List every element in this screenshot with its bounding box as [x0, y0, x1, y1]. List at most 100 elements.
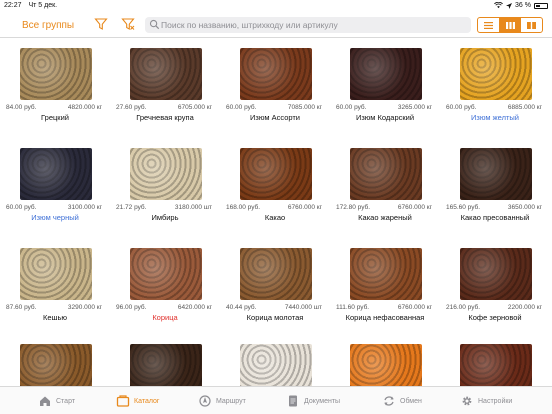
list-view-icon [483, 21, 493, 29]
product-name: Кешью [42, 313, 68, 322]
product-image [130, 344, 202, 386]
product-image [350, 48, 422, 100]
product-price: 40.44 руб. [226, 304, 257, 311]
product-image [240, 148, 312, 200]
product-name: Грецкий [41, 113, 69, 122]
product-card[interactable]: 84.00 руб. 4820.000 кг Грецкий [0, 38, 110, 136]
wifi-icon [494, 2, 503, 9]
product-image [20, 344, 92, 386]
product-price: 87.60 руб. [6, 304, 37, 311]
product-card[interactable] [330, 334, 440, 386]
product-image [460, 344, 532, 386]
product-stock: 6760.000 кг [397, 204, 432, 211]
search-icon [149, 19, 160, 30]
product-image [240, 248, 312, 300]
product-name: Кофе зерновой [468, 313, 522, 322]
tab-catalog[interactable]: Каталог [116, 392, 159, 410]
product-price: 60.00 руб. [336, 104, 367, 111]
battery-icon [534, 2, 548, 9]
product-name: Изюм желтый [471, 113, 519, 122]
tab-gear[interactable]: Настройки [460, 392, 512, 410]
product-stock: 3180.000 шт [174, 204, 212, 211]
product-image [350, 344, 422, 386]
search-input[interactable] [161, 18, 461, 32]
product-stock: 3265.000 кг [397, 104, 432, 111]
product-card[interactable]: 60.00 руб. 6885.000 кг Изюм желтый [440, 38, 550, 136]
clear-filter-icon[interactable] [121, 17, 135, 31]
product-card[interactable] [0, 334, 110, 386]
product-card[interactable]: 87.60 руб. 3290.000 кг Кешью [0, 238, 110, 336]
tab-label: Старт [56, 397, 76, 405]
all-groups-button[interactable]: Все группы [22, 20, 74, 31]
product-name: Гречневая крупа [136, 113, 194, 122]
product-image [20, 248, 92, 300]
list-view-button[interactable] [478, 18, 499, 32]
product-image [460, 148, 532, 200]
product-card[interactable]: 111.60 руб. 6760.000 кг Корица нефасованна… [330, 238, 440, 336]
product-card[interactable]: 60.00 руб. 7085.000 кг Изюм Ассорти [220, 38, 330, 136]
product-card[interactable]: 21.72 руб. 3180.000 шт Имбирь [110, 138, 220, 236]
tab-sync[interactable]: Обмен [382, 392, 422, 410]
product-card[interactable]: 96.00 руб. 6420.000 кг Корица [110, 238, 220, 336]
product-stock: 6885.000 кг [507, 104, 542, 111]
tab-home[interactable]: Старт [38, 392, 75, 410]
product-card[interactable] [110, 334, 220, 386]
product-stock: 2200.000 кг [507, 304, 542, 311]
product-stock: 3650.000 кг [507, 204, 542, 211]
tab-documents[interactable]: Документы [286, 392, 340, 410]
product-price: 216.00 руб. [446, 304, 481, 311]
product-stock: 3290.000 кг [67, 304, 102, 311]
product-name: Изюм Кодарский [355, 113, 415, 122]
product-stock: 6760.000 кг [397, 304, 432, 311]
product-price: 27.60 руб. [116, 104, 147, 111]
grid-large-view-button[interactable] [520, 18, 542, 32]
product-card[interactable]: 165.60 руб. 3650.000 кг Какао пресованный [440, 138, 550, 236]
grid-small-view-button[interactable] [498, 18, 521, 32]
filter-icon[interactable] [94, 17, 108, 31]
catalog-icon [116, 395, 130, 407]
product-price: 172.80 руб. [336, 204, 371, 211]
status-time: 22:27 [4, 2, 22, 9]
battery-percent: 36 % [515, 2, 531, 9]
product-card[interactable]: 216.00 руб. 2200.000 кг Кофе зерновой [440, 238, 550, 336]
product-card[interactable]: 27.60 руб. 6705.000 кг Гречневая крупа [110, 38, 220, 136]
product-image [20, 148, 92, 200]
tab-label: Настройки [478, 397, 513, 405]
product-name: Изюм черный [31, 213, 79, 222]
product-stock: 7085.000 кг [287, 104, 322, 111]
tab-route[interactable]: Маршрут [198, 392, 246, 410]
product-card[interactable]: 168.00 руб. 6760.000 кг Какао [220, 138, 330, 236]
product-image [130, 248, 202, 300]
product-image [130, 48, 202, 100]
product-name: Какао жареный [358, 213, 412, 222]
product-card[interactable]: 172.80 руб. 6760.000 кг Какао жареный [330, 138, 440, 236]
status-bar: 22:27 Чт 5 дек. 36 % [0, 0, 552, 12]
product-image [20, 48, 92, 100]
tab-bar: Старт Каталог Маршрут Документы Обмен Настрой… [0, 386, 552, 414]
tab-label: Документы [304, 397, 341, 405]
product-name: Корица нефасованная [345, 313, 425, 322]
product-image [350, 248, 422, 300]
product-name: Корица молотая [246, 313, 304, 322]
product-card[interactable] [440, 334, 550, 386]
product-image [240, 48, 312, 100]
product-card[interactable]: 60.00 руб. 3100.000 кг Изюм черный [0, 138, 110, 236]
tab-label: Обмен [400, 397, 422, 405]
product-grid: 84.00 руб. 4820.000 кг Грецкий 27.60 руб. 67… [0, 38, 552, 386]
product-price: 111.60 руб. [336, 304, 370, 311]
grid-large-icon [527, 21, 537, 29]
product-card[interactable]: 60.00 руб. 3265.000 кг Изюм Кодарский [330, 38, 440, 136]
product-name: Какао [264, 213, 286, 222]
product-card[interactable] [220, 334, 330, 386]
product-image [240, 344, 312, 386]
product-stock: 6420.000 кг [177, 304, 212, 311]
product-image [350, 148, 422, 200]
product-price: 84.00 руб. [6, 104, 37, 111]
product-stock: 6705.000 кг [177, 104, 212, 111]
product-name: Изюм Ассорти [250, 113, 300, 122]
product-price: 21.72 руб. [116, 204, 147, 211]
search-bar[interactable] [145, 17, 471, 33]
product-price: 168.00 руб. [226, 204, 261, 211]
product-card[interactable]: 40.44 руб. 7440.000 шт Корица молотая [220, 238, 330, 336]
product-price: 165.60 руб. [446, 204, 481, 211]
